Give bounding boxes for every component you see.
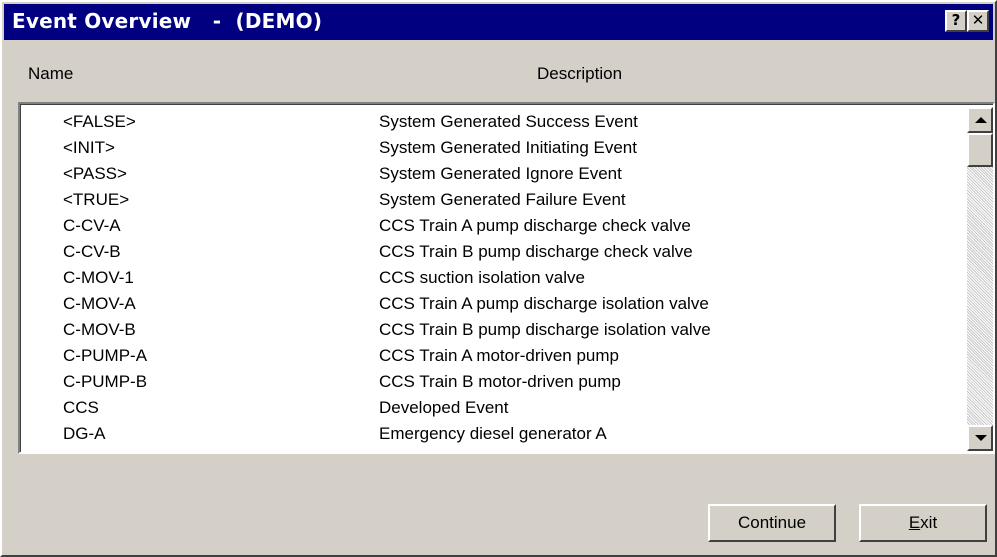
arrow-up-icon [975, 117, 987, 123]
event-name: DG-A [63, 424, 106, 443]
event-description: System Generated Ignore Event [379, 164, 622, 183]
help-icon: ? [951, 11, 961, 29]
list-item[interactable]: C-CV-B CCS Train B pump discharge check v… [21, 241, 965, 265]
event-description: System Generated Failure Event [379, 190, 626, 209]
event-name: C-PUMP-A [63, 346, 148, 365]
event-name: <PASS> [63, 164, 127, 183]
event-list-rows: <FALSE> System Generated Success Event <IN… [21, 105, 965, 451]
help-button[interactable]: ? [945, 10, 967, 32]
event-description: Developed Event [379, 398, 509, 417]
event-description: CCS Train A pump discharge isolation val… [379, 294, 709, 313]
list-item[interactable]: DG-A Emergency diesel generator A [21, 423, 965, 447]
list-item[interactable]: C-MOV-B CCS Train B pump discharge isolat… [21, 319, 965, 343]
event-overview-window: Event Overview - (DEMO) ? ✕ Name Descrip… [0, 0, 997, 557]
vertical-scrollbar[interactable] [967, 107, 993, 451]
exit-button[interactable]: Exit [859, 504, 987, 542]
event-name: C-MOV-A [63, 294, 136, 313]
scroll-thumb[interactable] [967, 133, 993, 167]
event-name: C-CV-B [63, 242, 121, 261]
event-description: System Generated Initiating Event [379, 138, 637, 157]
event-name: <TRUE> [63, 190, 130, 209]
title-bar[interactable]: Event Overview - (DEMO) ? ✕ [4, 4, 993, 40]
close-icon: ✕ [971, 11, 985, 29]
event-name: C-MOV-1 [63, 268, 134, 287]
event-description: CCS suction isolation valve [379, 268, 585, 287]
window-title: Event Overview - (DEMO) [12, 9, 323, 33]
column-header-name: Name [28, 64, 74, 83]
event-description: CCS Train B pump discharge isolation val… [379, 320, 711, 339]
continue-button[interactable]: Continue [708, 504, 836, 542]
list-item[interactable]: C-MOV-A CCS Train A pump discharge isolat… [21, 293, 965, 317]
scroll-up-button[interactable] [967, 107, 993, 133]
list-item[interactable]: C-CV-A CCS Train A pump discharge check v… [21, 215, 965, 239]
event-name: C-CV-A [63, 216, 121, 235]
arrow-down-icon [975, 435, 987, 441]
event-name: <FALSE> [63, 112, 136, 131]
event-name: C-MOV-B [63, 320, 136, 339]
event-name: <INIT> [63, 138, 115, 157]
event-list[interactable]: <FALSE> System Generated Success Event <IN… [18, 102, 995, 454]
list-item[interactable]: <PASS> System Generated Ignore Event [21, 163, 965, 187]
event-name: C-PUMP-B [63, 372, 148, 391]
close-button[interactable]: ✕ [967, 10, 989, 32]
event-description: CCS Train A pump discharge check valve [379, 216, 691, 235]
exit-label-rest: xit [920, 513, 938, 532]
list-item[interactable]: C-PUMP-B CCS Train B motor-driven pump [21, 371, 965, 395]
event-description: CCS Train A motor-driven pump [379, 346, 619, 365]
list-item[interactable]: C-PUMP-A CCS Train A motor-driven pump [21, 345, 965, 369]
event-name: CCS [63, 398, 99, 417]
scroll-down-button[interactable] [967, 425, 993, 451]
column-header-description: Description [537, 64, 623, 83]
list-item[interactable]: <TRUE> System Generated Failure Event [21, 189, 965, 213]
list-item[interactable]: <FALSE> System Generated Success Event [21, 111, 965, 135]
event-description: CCS Train B motor-driven pump [379, 372, 621, 391]
event-description: Emergency diesel generator A [379, 424, 607, 443]
event-description: System Generated Success Event [379, 112, 638, 131]
exit-mnemonic: E [908, 513, 921, 532]
list-item[interactable]: CCS Developed Event [21, 397, 965, 421]
event-description: CCS Train B pump discharge check valve [379, 242, 693, 261]
list-item[interactable]: C-MOV-1 CCS suction isolation valve [21, 267, 965, 291]
list-item[interactable]: <INIT> System Generated Initiating Event [21, 137, 965, 161]
